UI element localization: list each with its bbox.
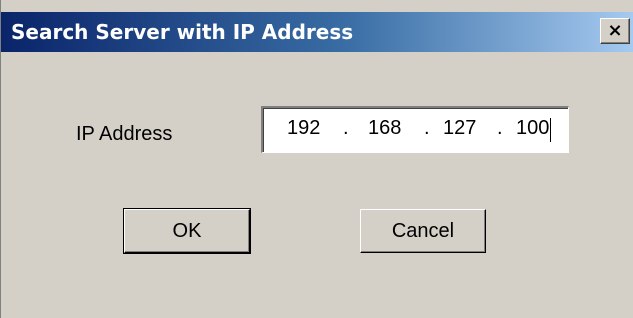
ip-octet-2[interactable]: 168 (368, 117, 401, 140)
ip-octet-4[interactable]: 100 (516, 117, 549, 140)
ip-octet-3[interactable]: 127 (443, 117, 476, 140)
close-icon: × (607, 20, 623, 41)
ip-address-label: IP Address (76, 123, 173, 145)
dialog-title: Search Server with IP Address (11, 20, 354, 44)
ip-address-field[interactable]: 192 . 168 . 127 . 100 (261, 106, 569, 153)
text-caret (550, 118, 551, 142)
search-server-dialog: Search Server with IP Address × IP Addre… (0, 0, 633, 318)
cancel-button-label: Cancel (391, 220, 455, 242)
title-bar[interactable]: Search Server with IP Address × (1, 12, 633, 52)
cancel-button[interactable]: Cancel (360, 209, 486, 253)
ip-separator-1: . (343, 117, 349, 139)
ok-button-label: OK (172, 220, 202, 242)
ip-separator-3: . (497, 117, 503, 139)
ok-button[interactable]: OK (123, 208, 251, 254)
ip-separator-2: . (424, 117, 430, 139)
close-button[interactable]: × (600, 18, 630, 44)
ip-octet-1[interactable]: 192 (287, 117, 320, 140)
